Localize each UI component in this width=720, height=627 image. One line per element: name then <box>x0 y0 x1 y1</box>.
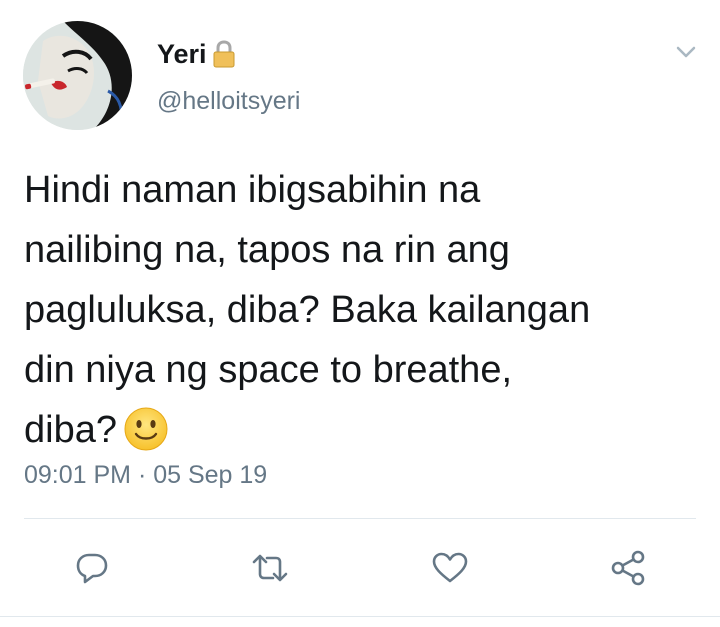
heart-icon <box>432 552 468 583</box>
divider <box>24 518 696 519</box>
tweet-timestamp[interactable]: 09:01 PM · 05 Sep 19 <box>24 458 267 492</box>
smiling-face-emoji-icon <box>123 406 169 452</box>
avatar[interactable] <box>23 21 132 130</box>
user-handle[interactable]: @helloitsyeri <box>157 86 300 116</box>
tweet-actions <box>0 540 720 596</box>
reply-icon <box>76 553 108 584</box>
bottom-divider <box>0 616 720 617</box>
lock-icon <box>211 39 237 69</box>
chevron-down-icon[interactable] <box>674 40 698 64</box>
avatar-illustration <box>23 21 132 130</box>
tweet-text: Hindi naman ibigsabihin na nailibing na,… <box>24 160 704 460</box>
tweet-body: Hindi naman ibigsabihin na nailibing na,… <box>24 169 591 451</box>
like-button[interactable] <box>430 548 470 588</box>
retweet-icon <box>252 554 288 582</box>
share-icon <box>611 550 645 586</box>
retweet-button[interactable] <box>250 548 290 588</box>
reply-button[interactable] <box>72 548 112 588</box>
display-name[interactable]: Yeri <box>157 38 207 70</box>
share-button[interactable] <box>609 548 649 588</box>
